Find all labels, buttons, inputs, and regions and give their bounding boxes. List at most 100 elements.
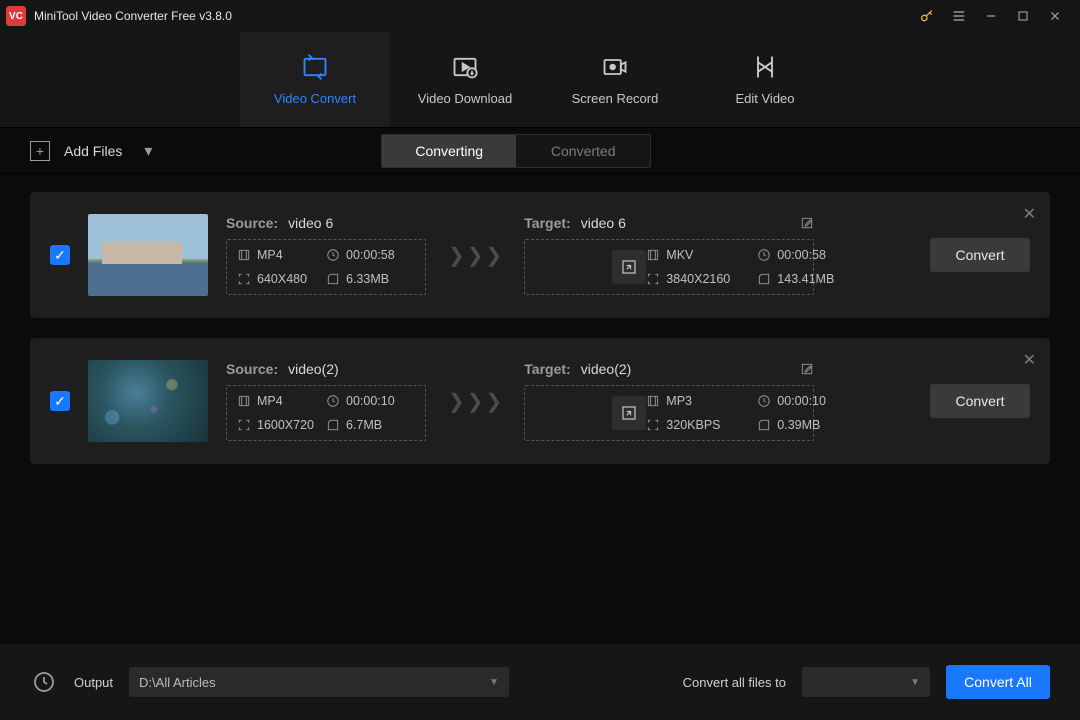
chevron-down-icon: ▼ [489,677,499,688]
source-label: Source: [226,361,278,377]
tab-video-convert[interactable]: Video Convert [240,32,390,127]
resolution-icon [646,272,660,286]
nav-label: Video Convert [274,91,356,106]
arrow-icon: ❯❯❯ [448,389,502,414]
edit-icon[interactable] [800,362,814,376]
tgt-resolution: 320KBPS [666,418,720,432]
film-icon [646,248,660,262]
clock-icon [757,394,771,408]
tgt-size: 0.39MB [777,418,820,432]
minimize-icon[interactable] [982,7,1000,25]
tgt-format: MP3 [666,394,692,408]
source-meta: MP4 00:00:58 640X480 6.33MB [226,239,426,295]
src-format: MP4 [257,248,283,262]
output-path-value: D:\All Articles [139,675,216,690]
app-logo: VC [6,6,26,26]
edit-icon[interactable] [800,216,814,230]
tab-screen-record[interactable]: Screen Record [540,32,690,127]
src-size: 6.33MB [346,272,389,286]
clock-icon [326,394,340,408]
target-label: Target: [524,215,570,231]
source-label: Source: [226,215,278,231]
convert-button[interactable]: Convert [930,384,1030,418]
footer: Output D:\All Articles ▼ Convert all fil… [0,644,1080,720]
tab-edit-video[interactable]: Edit Video [690,32,840,127]
tab-video-download[interactable]: Video Download [390,32,540,127]
film-icon [237,248,251,262]
tgt-resolution: 3840X2160 [666,272,730,286]
tgt-size: 143.41MB [777,272,834,286]
convert-all-label: Convert all files to [683,675,786,690]
main-nav: Video Convert Video Download Screen Reco… [0,32,1080,128]
edit-video-icon [751,53,779,81]
record-icon [601,53,629,81]
tab-converted[interactable]: Converted [516,135,650,167]
nav-label: Edit Video [735,91,794,106]
menu-icon[interactable] [950,7,968,25]
source-name: video(2) [288,361,339,377]
src-resolution: 640X480 [257,272,307,286]
history-icon[interactable] [30,668,58,696]
target-format-select[interactable]: ▼ [802,667,930,697]
src-duration: 00:00:10 [346,394,395,408]
size-icon [757,272,771,286]
add-files-button[interactable]: + Add Files ▾ [30,141,152,161]
download-icon [451,53,479,81]
subbar: + Add Files ▾ Converting Converted [0,128,1080,174]
target-label: Target: [524,361,570,377]
output-path-select[interactable]: D:\All Articles ▼ [129,667,509,697]
video-thumbnail[interactable] [88,214,208,296]
titlebar: VC MiniTool Video Converter Free v3.8.0 [0,0,1080,32]
task-checkbox[interactable]: ✓ [50,245,70,265]
output-label: Output [74,675,113,690]
source-meta: MP4 00:00:10 1600X720 6.7MB [226,385,426,441]
close-icon[interactable] [1046,7,1064,25]
convert-icon [301,53,329,81]
nav-label: Screen Record [572,91,659,106]
chevron-down-icon: ▼ [910,677,920,688]
resolution-icon [646,418,660,432]
size-icon [326,272,340,286]
src-duration: 00:00:58 [346,248,395,262]
app-title: MiniTool Video Converter Free v3.8.0 [34,9,918,23]
convert-button[interactable]: Convert [930,238,1030,272]
target-name: video 6 [581,215,626,231]
key-icon[interactable] [918,7,936,25]
video-thumbnail[interactable] [88,360,208,442]
status-tabs: Converting Converted [381,134,651,168]
source-name: video 6 [288,215,333,231]
clock-icon [326,248,340,262]
target-settings-button[interactable] [612,396,646,430]
target-name: video(2) [581,361,632,377]
target-meta: MKV 00:00:58 3840X2160 143.41MB [524,239,814,295]
src-resolution: 1600X720 [257,418,314,432]
size-icon [757,418,771,432]
tgt-duration: 00:00:58 [777,248,826,262]
film-icon [646,394,660,408]
plus-icon: + [30,141,50,161]
tab-converting[interactable]: Converting [382,135,516,167]
task-row: ✓ Source: video(2) MP4 00:00:10 1600X720… [30,338,1050,464]
maximize-icon[interactable] [1014,7,1032,25]
remove-task-icon[interactable]: ✕ [1023,204,1036,224]
size-icon [326,418,340,432]
task-row: ✓ Source: video 6 MP4 00:00:58 640X480 6… [30,192,1050,318]
src-size: 6.7MB [346,418,382,432]
chevron-down-icon[interactable]: ▾ [144,141,152,161]
resolution-icon [237,418,251,432]
task-checkbox[interactable]: ✓ [50,391,70,411]
convert-all-button[interactable]: Convert All [946,665,1050,699]
clock-icon [757,248,771,262]
task-list: ✓ Source: video 6 MP4 00:00:58 640X480 6… [0,174,1080,482]
remove-task-icon[interactable]: ✕ [1023,350,1036,370]
tgt-duration: 00:00:10 [777,394,826,408]
src-format: MP4 [257,394,283,408]
add-files-label: Add Files [64,143,122,159]
nav-label: Video Download [418,91,512,106]
target-settings-button[interactable] [612,250,646,284]
tgt-format: MKV [666,248,693,262]
film-icon [237,394,251,408]
target-meta: MP3 00:00:10 320KBPS 0.39MB [524,385,814,441]
resolution-icon [237,272,251,286]
arrow-icon: ❯❯❯ [448,243,502,268]
